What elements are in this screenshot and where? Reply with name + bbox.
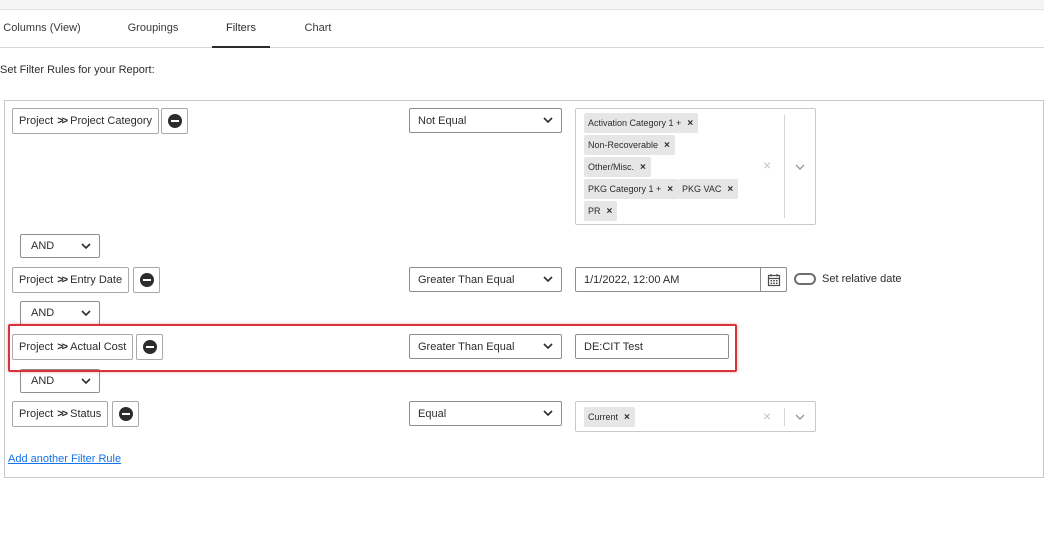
top-strip [0, 0, 1044, 10]
section-label: Set Filter Rules for your Report: [0, 64, 155, 76]
chevron-down-icon [543, 410, 553, 417]
chip-remove-icon[interactable]: × [607, 206, 613, 217]
chevron-down-icon[interactable] [795, 412, 805, 422]
values-multiselect[interactable]: Activation Category 1 + × Non-Recoverable… [575, 108, 816, 225]
value-chip: PKG VAC × [678, 179, 739, 199]
value-chip: Current × [584, 407, 635, 427]
rule-object: Project [19, 274, 54, 286]
minus-circle-icon [118, 407, 133, 421]
tab-filters[interactable]: Filters [212, 10, 270, 48]
rule-field: Actual Cost [70, 341, 127, 353]
chip-label: Activation Category 1 + [588, 118, 682, 128]
rule-field-entry-date[interactable]: Project >> Entry Date [12, 267, 130, 293]
rule-field-actual-cost[interactable]: Project >> Actual Cost [12, 334, 134, 360]
chevron-down-icon [543, 343, 553, 350]
rule-field-project-category[interactable]: Project >> Project Category [12, 108, 160, 134]
date-value: 1/1/2022, 12:00 AM [584, 273, 680, 286]
remove-rule-button[interactable] [112, 401, 139, 427]
value-text: DE:CIT Test [584, 340, 643, 353]
operator-value: Equal [418, 407, 447, 420]
value-chip: Non-Recoverable × [584, 135, 675, 155]
separator-chevrons: >> [57, 274, 68, 286]
chip-label: PKG VAC [682, 184, 722, 194]
rule-field: Status [70, 408, 102, 420]
rule-field-status[interactable]: Project >> Status [12, 401, 109, 427]
rule-object: Project [19, 115, 54, 127]
value-chip: PKG Category 1 + × [584, 179, 679, 199]
rule-field: Project Category [70, 115, 153, 127]
chip-remove-icon[interactable]: × [687, 118, 693, 129]
conjunction-select[interactable]: AND [20, 234, 100, 258]
filter-rules-box: Project >> Project Category Not Equal Ac… [4, 100, 1044, 478]
value-chip: Activation Category 1 + × [584, 113, 699, 133]
chip-remove-icon[interactable]: × [624, 412, 630, 423]
separator-chevrons: >> [57, 341, 68, 353]
operator-value: Not Equal [418, 114, 467, 127]
value-input[interactable]: DE:CIT Test [575, 334, 729, 359]
chevron-down-icon [543, 276, 553, 283]
tab-chart[interactable]: Chart [294, 10, 342, 48]
minus-circle-icon [139, 273, 154, 287]
operator-select[interactable]: Not Equal [409, 108, 562, 133]
separator-chevrons: >> [57, 408, 68, 420]
clear-all-icon[interactable]: × [763, 408, 771, 424]
operator-select[interactable]: Greater Than Equal [409, 267, 562, 292]
chevron-down-icon[interactable] [795, 162, 805, 172]
operator-value: Greater Than Equal [418, 273, 515, 286]
conjunction-value: AND [31, 375, 55, 387]
calendar-icon [767, 273, 780, 286]
separator-chevrons: >> [57, 115, 68, 127]
minus-circle-icon [167, 114, 182, 128]
relative-date-toggle[interactable] [794, 273, 816, 285]
minus-circle-icon [142, 340, 157, 354]
chip-label: PR [588, 206, 601, 216]
chip-remove-icon[interactable]: × [640, 162, 646, 173]
conjunction-value: AND [31, 240, 55, 252]
rule-object: Project [19, 341, 54, 353]
tab-bar: Columns (View) Groupings Filters Chart [0, 10, 1044, 48]
chevron-down-icon [81, 378, 91, 385]
chip-label: Current [588, 412, 619, 422]
remove-rule-button[interactable] [133, 267, 160, 293]
divider [784, 408, 785, 426]
operator-select[interactable]: Equal [409, 401, 562, 426]
operator-select[interactable]: Greater Than Equal [409, 334, 562, 359]
chip-label: Non-Recoverable [588, 140, 659, 150]
chip-label: PKG Category 1 + [588, 184, 662, 194]
filters-panel: Set Filter Rules for your Report: Projec… [0, 48, 1044, 550]
conjunction-value: AND [31, 307, 55, 319]
chevron-down-icon [81, 310, 91, 317]
chip-label: Other/Misc. [588, 162, 635, 172]
date-input[interactable]: 1/1/2022, 12:00 AM [575, 267, 761, 292]
add-filter-rule-link[interactable]: Add another Filter Rule [8, 453, 121, 465]
calendar-button[interactable] [761, 267, 787, 292]
tab-groupings[interactable]: Groupings [118, 10, 188, 48]
relative-date-label: Set relative date [822, 273, 902, 285]
values-multiselect[interactable]: Current × × [575, 401, 816, 432]
divider [784, 115, 785, 218]
remove-rule-button[interactable] [136, 334, 163, 360]
conjunction-select[interactable]: AND [20, 369, 100, 393]
remove-rule-button[interactable] [161, 108, 188, 134]
value-chip: PR × [584, 201, 618, 221]
chip-remove-icon[interactable]: × [664, 140, 670, 151]
chip-remove-icon[interactable]: × [727, 184, 733, 195]
chevron-down-icon [543, 117, 553, 124]
conjunction-select[interactable]: AND [20, 301, 100, 325]
rule-field: Entry Date [70, 274, 123, 286]
chevron-down-icon [81, 243, 91, 250]
tab-columns-view[interactable]: Columns (View) [0, 10, 84, 48]
operator-value: Greater Than Equal [418, 340, 515, 353]
value-chip: Other/Misc. × [584, 157, 651, 177]
chip-remove-icon[interactable]: × [667, 184, 673, 195]
rule-object: Project [19, 408, 54, 420]
clear-all-icon[interactable]: × [763, 157, 771, 173]
